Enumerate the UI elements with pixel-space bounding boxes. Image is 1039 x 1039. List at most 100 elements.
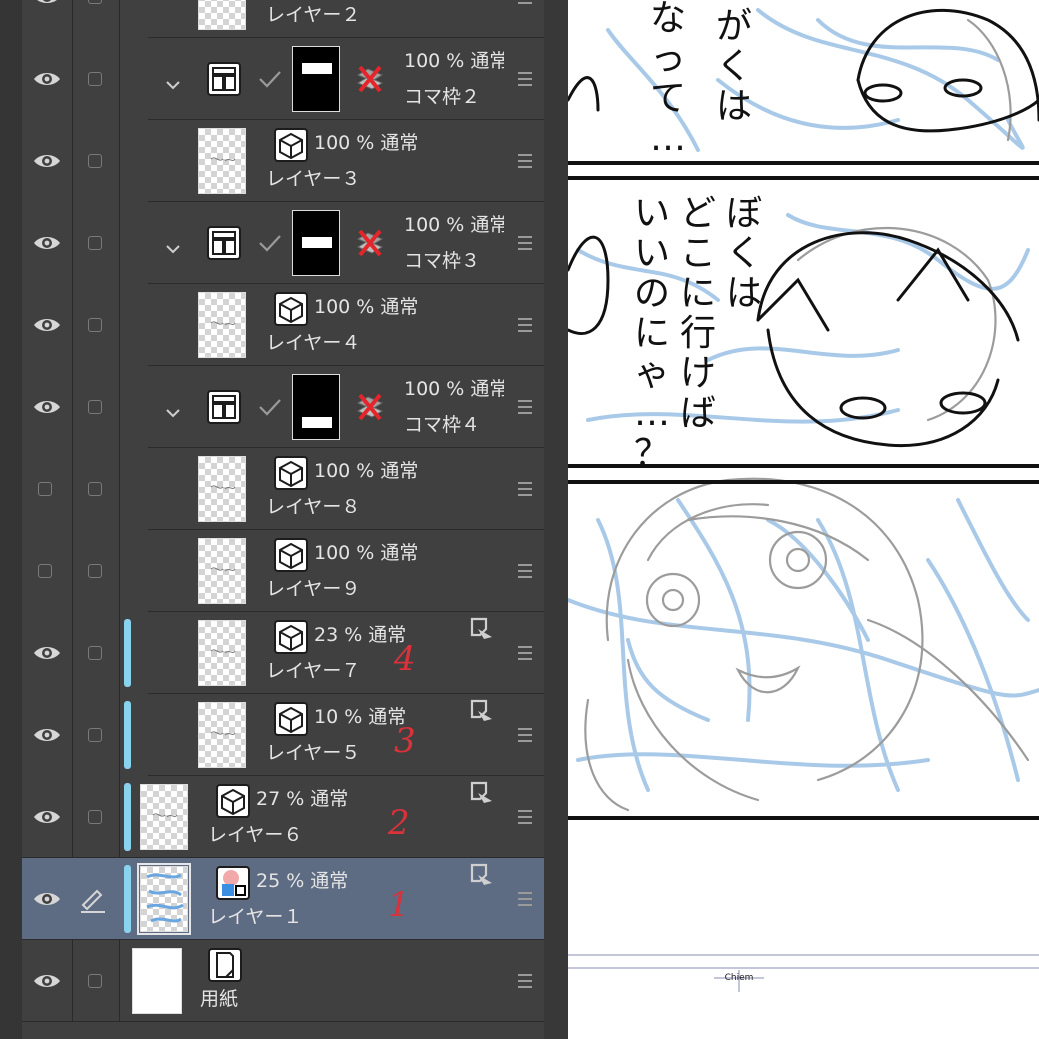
layer-row[interactable]: 100 % 通常レイヤー３ bbox=[22, 120, 544, 202]
layer-menu-icon[interactable] bbox=[518, 318, 532, 332]
lock-checkbox[interactable] bbox=[88, 810, 102, 824]
frame-folder-icon bbox=[207, 62, 241, 100]
layer-opacity: 10 % 通常 bbox=[314, 706, 407, 728]
layer-menu-icon[interactable] bbox=[518, 564, 532, 578]
chevron-down-icon bbox=[166, 405, 180, 424]
eye-icon bbox=[32, 889, 62, 913]
handwritten-note: 3 bbox=[394, 721, 416, 761]
pen-icon bbox=[77, 883, 107, 917]
chevron-down-icon bbox=[166, 241, 180, 260]
layer-menu-icon[interactable] bbox=[518, 810, 532, 824]
frame-mask-thumbnail bbox=[292, 46, 340, 112]
layer-menu-icon[interactable] bbox=[518, 482, 532, 496]
lock-checkbox[interactable] bbox=[88, 154, 102, 168]
layer-row[interactable]: 100 % 通常 コマ枠２ bbox=[22, 38, 544, 120]
layer-row[interactable]: undefined undefinedレイヤー２ bbox=[22, 0, 544, 38]
layer-opacity: 100 % 通常 bbox=[404, 50, 504, 72]
layer-row[interactable]: 10 % 通常 レイヤー５ 3 bbox=[22, 694, 544, 776]
layer-name: レイヤー８ bbox=[266, 496, 361, 518]
lock-checkbox[interactable] bbox=[88, 400, 102, 414]
layer-opacity: 100 % 通常 bbox=[314, 132, 419, 154]
layer-row[interactable]: 23 % 通常 レイヤー７ 4 bbox=[22, 612, 544, 694]
handwritten-note: 4 bbox=[394, 639, 416, 679]
reference-layer-icon bbox=[466, 615, 496, 647]
raster-layer-icon bbox=[216, 784, 250, 822]
handwritten-note: 2 bbox=[388, 803, 410, 843]
layer-row[interactable]: 100 % 通常 レイヤー９ bbox=[22, 530, 544, 612]
layer-opacity: 100 % 通常 bbox=[314, 542, 419, 564]
lock-checkbox[interactable] bbox=[88, 646, 102, 660]
eye-icon bbox=[32, 315, 62, 339]
layer-menu-icon[interactable] bbox=[518, 0, 532, 4]
layer-row[interactable]: 100 % 通常 コマ枠４ bbox=[22, 366, 544, 448]
lock-checkbox[interactable] bbox=[88, 564, 102, 578]
raster-layer-icon bbox=[274, 620, 308, 658]
raster-layer-icon bbox=[274, 128, 308, 166]
layer-name: レイヤー７ bbox=[266, 660, 361, 682]
layer-row[interactable]: 25 % 通常 レイヤー１ 1 bbox=[22, 858, 544, 940]
layer-thumbnail bbox=[198, 292, 246, 358]
layer-row[interactable]: 用紙 bbox=[22, 940, 544, 1022]
reference-layer-icon bbox=[466, 779, 496, 811]
layer-opacity: 100 % 通常 bbox=[404, 214, 504, 236]
frame-mask-thumbnail bbox=[292, 374, 340, 440]
visibility-checkbox[interactable] bbox=[38, 482, 52, 496]
layer-name: コマ枠２ bbox=[404, 86, 481, 108]
eye-icon bbox=[32, 397, 62, 421]
dialogue-column: なって… bbox=[650, 0, 686, 159]
frame-folder-icon bbox=[207, 226, 241, 264]
raster-layer-icon bbox=[274, 538, 308, 576]
lock-checkbox[interactable] bbox=[88, 0, 102, 4]
layer-row[interactable]: 100 % 通常レイヤー８ bbox=[22, 448, 544, 530]
panel-scrollbar[interactable] bbox=[544, 0, 568, 1039]
eye-icon bbox=[32, 151, 62, 175]
layer-name: レイヤー３ bbox=[266, 168, 361, 190]
layer-menu-icon[interactable] bbox=[518, 728, 532, 742]
paper-layer-icon bbox=[208, 948, 242, 986]
lock-checkbox[interactable] bbox=[88, 318, 102, 332]
layer-thumbnail bbox=[198, 128, 246, 194]
layer-menu-icon[interactable] bbox=[518, 72, 532, 86]
lock-checkbox[interactable] bbox=[88, 72, 102, 86]
layer-name: レイヤー１ bbox=[208, 906, 303, 928]
mask-bar bbox=[302, 237, 332, 248]
layer-name: 用紙 bbox=[200, 988, 239, 1010]
layer-thumbnail bbox=[140, 784, 188, 850]
layer-row[interactable]: 100 % 通常 コマ枠３ bbox=[22, 202, 544, 284]
lock-checkbox[interactable] bbox=[88, 974, 102, 988]
layer-opacity: 100 % 通常 bbox=[314, 296, 419, 318]
canvas[interactable]: がくは なって… ぼくは どこに行けば いいのにゃ…？ Chiem bbox=[568, 0, 1039, 1039]
layer-menu-icon[interactable] bbox=[518, 154, 532, 168]
panel-1-dialogue: がくは なって… bbox=[650, 0, 752, 159]
layer-color-bar bbox=[124, 701, 131, 769]
lock-checkbox[interactable] bbox=[88, 728, 102, 742]
layer-opacity: 100 % 通常 bbox=[314, 460, 419, 482]
raster-layer-icon bbox=[274, 456, 308, 494]
layer-menu-icon[interactable] bbox=[518, 236, 532, 250]
layer-menu-icon[interactable] bbox=[518, 974, 532, 988]
handwritten-note: 1 bbox=[388, 885, 410, 925]
check-icon bbox=[258, 69, 282, 93]
eye-icon bbox=[32, 807, 62, 831]
layer-opacity: 100 % 通常 bbox=[404, 378, 504, 400]
layer-menu-icon[interactable] bbox=[518, 646, 532, 660]
raster-layer-icon bbox=[274, 292, 308, 330]
layer-row[interactable]: 27 % 通常レイヤー６ 2 bbox=[22, 776, 544, 858]
eye-icon bbox=[32, 971, 62, 995]
lock-checkbox[interactable] bbox=[88, 482, 102, 496]
row-separator bbox=[22, 1021, 544, 1022]
layer-name: レイヤー６ bbox=[208, 824, 303, 846]
layer-menu-icon[interactable] bbox=[518, 400, 532, 414]
check-icon bbox=[258, 233, 282, 257]
layer-thumbnail bbox=[198, 538, 246, 604]
mask-disabled-icon bbox=[354, 63, 386, 99]
chevron-down-icon bbox=[166, 77, 180, 96]
layer-menu-icon[interactable] bbox=[518, 892, 532, 906]
eye-icon bbox=[32, 0, 62, 11]
visibility-checkbox[interactable] bbox=[38, 564, 52, 578]
lock-checkbox[interactable] bbox=[88, 236, 102, 250]
layer-row[interactable]: 100 % 通常 レイヤー４ bbox=[22, 284, 544, 366]
mask-disabled-icon bbox=[354, 391, 386, 427]
layer-opacity: 27 % 通常 bbox=[256, 788, 349, 810]
reference-layer-icon bbox=[466, 697, 496, 729]
